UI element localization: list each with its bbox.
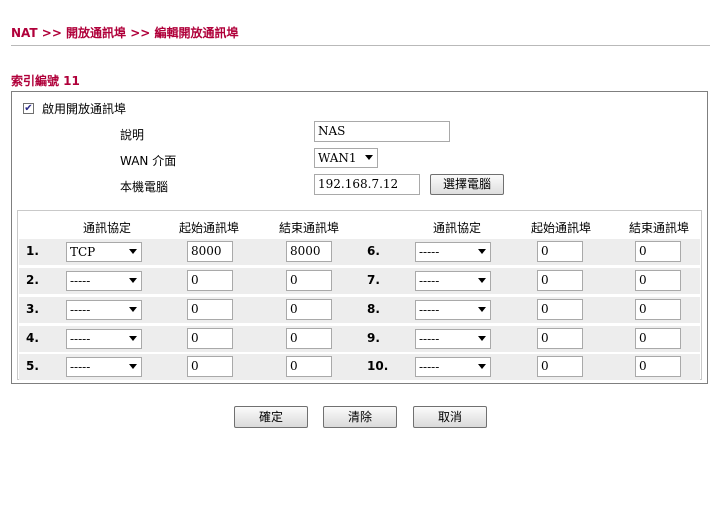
protocol-select[interactable]: ----- xyxy=(415,357,491,377)
chevron-down-icon xyxy=(129,364,137,369)
row-number: 5. xyxy=(26,359,39,373)
cancel-button[interactable]: 取消 xyxy=(413,406,487,428)
end-port-input[interactable]: 0 xyxy=(286,270,332,291)
protocol-value: ----- xyxy=(419,303,440,317)
table-row: 2. ----- 0 0 7. ----- 0 0 xyxy=(19,268,700,294)
row-number: 3. xyxy=(26,302,39,316)
col-header-protocol: 通訊協定 xyxy=(82,221,131,235)
start-port-input[interactable]: 0 xyxy=(187,328,233,349)
breadcrumb: NAT >> 開放通訊埠 >> 編輯開放通訊埠 xyxy=(11,26,239,40)
start-port-input[interactable]: 8000 xyxy=(187,241,233,262)
clear-button[interactable]: 清除 xyxy=(323,406,397,428)
chevron-down-icon xyxy=(478,364,486,369)
wan-interface-select[interactable]: WAN1 xyxy=(314,148,378,168)
chevron-down-icon xyxy=(478,336,486,341)
chevron-down-icon xyxy=(365,155,373,160)
comment-input[interactable]: NAS xyxy=(314,121,450,142)
ok-button[interactable]: 確定 xyxy=(234,406,308,428)
table-row: 3. ----- 0 0 8. ----- 0 0 xyxy=(19,297,700,323)
col-header-start-port: 起始通訊埠 xyxy=(178,221,239,235)
protocol-value: ----- xyxy=(70,360,91,374)
col-header-protocol: 通訊協定 xyxy=(432,221,481,235)
start-port-input[interactable]: 0 xyxy=(187,299,233,320)
row-number: 2. xyxy=(26,273,39,287)
end-port-input[interactable]: 8000 xyxy=(286,241,332,262)
wan-interface-value: WAN1 xyxy=(318,151,357,165)
row-number: 7. xyxy=(367,273,380,287)
end-port-input[interactable]: 0 xyxy=(635,241,681,262)
table-row: 5. ----- 0 0 10. ----- 0 0 xyxy=(19,354,700,380)
local-pc-label: 本機電腦 xyxy=(120,180,169,194)
start-port-input[interactable]: 0 xyxy=(187,270,233,291)
port-table: 通訊協定 起始通訊埠 結束通訊埠 通訊協定 起始通訊埠 結束通訊埠 1. TCP 8… xyxy=(17,210,702,380)
start-port-input[interactable]: 0 xyxy=(537,328,583,349)
end-port-input[interactable]: 0 xyxy=(635,356,681,377)
start-port-input[interactable]: 0 xyxy=(537,299,583,320)
row-number: 10. xyxy=(367,359,389,373)
protocol-value: TCP xyxy=(70,245,96,259)
table-row: 4. ----- 0 0 9. ----- 0 0 xyxy=(19,326,700,352)
wan-interface-label: WAN 介面 xyxy=(120,154,177,168)
chevron-down-icon xyxy=(129,307,137,312)
protocol-value: ----- xyxy=(70,274,91,288)
protocol-select[interactable]: TCP xyxy=(66,242,142,262)
protocol-value: ----- xyxy=(419,332,440,346)
start-port-input[interactable]: 0 xyxy=(537,241,583,262)
select-pc-button[interactable]: 選擇電腦 xyxy=(430,174,504,195)
chevron-down-icon xyxy=(129,249,137,254)
local-pc-input[interactable]: 192.168.7.12 xyxy=(314,174,420,195)
header-divider xyxy=(11,45,710,46)
row-number: 8. xyxy=(367,302,380,316)
protocol-value: ----- xyxy=(419,245,440,259)
page-title: 索引編號 11 xyxy=(11,74,80,88)
end-port-input[interactable]: 0 xyxy=(286,328,332,349)
table-row: 1. TCP 8000 8000 6. ----- 0 0 xyxy=(19,239,700,265)
end-port-input[interactable]: 0 xyxy=(635,270,681,291)
protocol-select[interactable]: ----- xyxy=(415,300,491,320)
row-number: 9. xyxy=(367,331,380,345)
protocol-select[interactable]: ----- xyxy=(415,242,491,262)
open-ports-panel: ✔ 啟用開放通訊埠 說明 NAS WAN 介面 WAN1 本機電腦 192.16… xyxy=(11,91,708,384)
start-port-input[interactable]: 0 xyxy=(537,270,583,291)
start-port-input[interactable]: 0 xyxy=(187,356,233,377)
row-number: 4. xyxy=(26,331,39,345)
row-number: 6. xyxy=(367,244,380,258)
comment-label: 說明 xyxy=(120,128,145,142)
start-port-input[interactable]: 0 xyxy=(537,356,583,377)
enable-row: ✔ 啟用開放通訊埠 xyxy=(23,100,126,117)
protocol-select[interactable]: ----- xyxy=(415,271,491,291)
protocol-select[interactable]: ----- xyxy=(66,329,142,349)
enable-label: 啟用開放通訊埠 xyxy=(42,102,127,116)
col-header-end-port: 結束通訊埠 xyxy=(278,221,339,235)
row-number: 1. xyxy=(26,244,39,258)
chevron-down-icon xyxy=(129,336,137,341)
chevron-down-icon xyxy=(478,307,486,312)
protocol-select[interactable]: ----- xyxy=(66,271,142,291)
end-port-input[interactable]: 0 xyxy=(286,299,332,320)
protocol-select[interactable]: ----- xyxy=(66,300,142,320)
col-header-start-port: 起始通訊埠 xyxy=(530,221,591,235)
chevron-down-icon xyxy=(478,249,486,254)
end-port-input[interactable]: 0 xyxy=(286,356,332,377)
enable-checkbox[interactable]: ✔ xyxy=(23,103,34,114)
protocol-value: ----- xyxy=(419,274,440,288)
chevron-down-icon xyxy=(478,278,486,283)
protocol-value: ----- xyxy=(70,303,91,317)
protocol-select[interactable]: ----- xyxy=(66,357,142,377)
end-port-input[interactable]: 0 xyxy=(635,328,681,349)
protocol-select[interactable]: ----- xyxy=(415,329,491,349)
col-header-end-port: 結束通訊埠 xyxy=(628,221,689,235)
protocol-value: ----- xyxy=(419,360,440,374)
protocol-value: ----- xyxy=(70,332,91,346)
end-port-input[interactable]: 0 xyxy=(635,299,681,320)
chevron-down-icon xyxy=(129,278,137,283)
